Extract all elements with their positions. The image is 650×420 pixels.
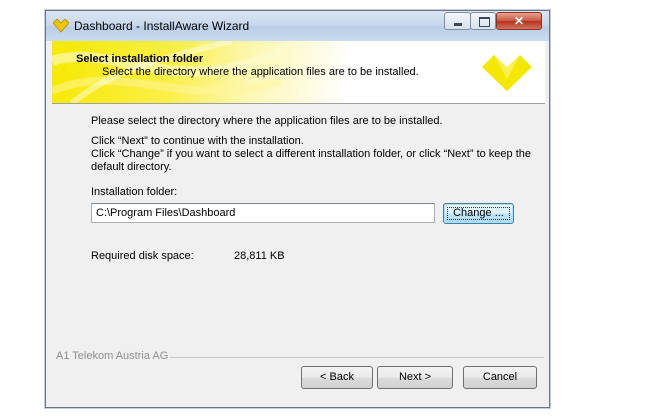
installaware-logo-icon xyxy=(482,55,532,91)
installer-window: Dashboard - InstallAware Wizard ✕ Select… xyxy=(45,10,550,408)
change-button-label: Change ... xyxy=(453,207,504,219)
header-title: Select installation folder xyxy=(76,53,204,65)
installation-folder-input[interactable] xyxy=(91,203,435,223)
cancel-button[interactable]: Cancel xyxy=(463,366,537,389)
intro-text: Please select the directory where the ap… xyxy=(91,115,443,127)
minimize-button[interactable] xyxy=(444,12,471,30)
header-divider xyxy=(52,103,545,104)
wizard-header: Select installation folder Select the di… xyxy=(52,41,545,103)
installaware-app-icon xyxy=(53,19,69,33)
close-icon: ✕ xyxy=(513,14,525,28)
change-instructions: Click “Change” if you want to select a d… xyxy=(91,148,532,173)
window-title: Dashboard - InstallAware Wizard xyxy=(74,19,250,33)
title-bar[interactable]: Dashboard - InstallAware Wizard ✕ xyxy=(46,11,549,41)
close-button[interactable]: ✕ xyxy=(496,12,542,30)
disk-space-value: 28,811 KB xyxy=(234,250,285,262)
maximize-icon xyxy=(479,17,490,27)
change-button[interactable]: Change ... xyxy=(443,203,514,224)
brand-label: A1 Telekom Austria AG xyxy=(56,350,169,362)
back-button[interactable]: < Back xyxy=(301,366,373,389)
continue-text: Click “Next” to continue with the instal… xyxy=(91,135,304,147)
maximize-button[interactable] xyxy=(470,12,496,30)
next-button[interactable]: Next > xyxy=(377,366,453,389)
footer-divider xyxy=(170,357,544,358)
minimize-icon xyxy=(454,23,462,26)
header-subtitle: Select the directory where the applicati… xyxy=(102,66,419,78)
installation-folder-label: Installation folder: xyxy=(91,186,178,198)
disk-space-label: Required disk space: xyxy=(91,250,194,262)
